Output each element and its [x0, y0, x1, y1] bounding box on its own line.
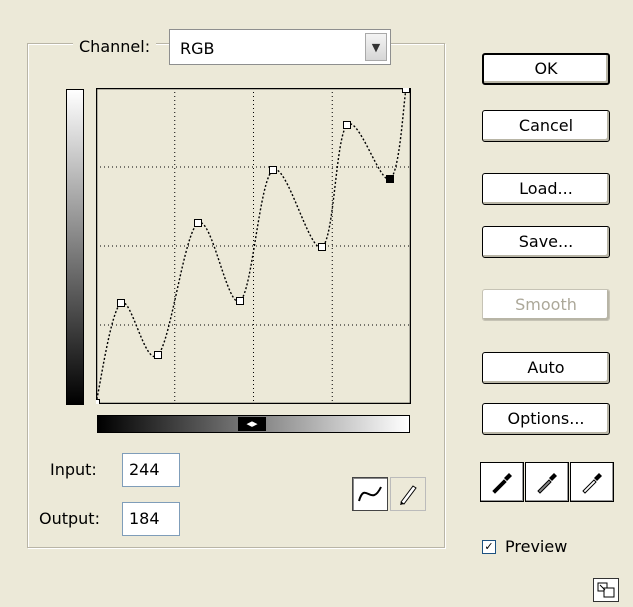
- input-gradient-bar[interactable]: ◂▸: [97, 415, 410, 433]
- ok-button[interactable]: OK: [482, 53, 610, 85]
- preview-label[interactable]: Preview: [505, 539, 567, 555]
- output-gradient-bar: [66, 89, 84, 405]
- input-label: Input:: [50, 460, 97, 479]
- curve-point[interactable]: [194, 219, 202, 227]
- selected-curve-point[interactable]: [386, 175, 394, 183]
- chevron-down-icon[interactable]: ▼: [365, 33, 387, 61]
- gray-point-eyedropper-button[interactable]: [525, 462, 569, 502]
- black-point-eyedropper-button[interactable]: [480, 462, 524, 502]
- channel-select-value: RGB: [180, 39, 215, 58]
- gradient-toggle-arrows-icon[interactable]: ◂▸: [238, 417, 266, 431]
- smooth-button[interactable]: Smooth: [482, 289, 610, 321]
- curve-point[interactable]: [154, 351, 162, 359]
- pencil-tool-button[interactable]: [390, 477, 426, 511]
- channel-label: Channel:: [73, 39, 157, 55]
- checkmark-icon: ✓: [484, 540, 494, 553]
- curve-point[interactable]: [96, 399, 100, 405]
- cancel-button[interactable]: Cancel: [482, 110, 610, 142]
- expand-view-button[interactable]: [593, 578, 619, 602]
- save-button[interactable]: Save...: [482, 226, 610, 258]
- curve-point[interactable]: [117, 299, 125, 307]
- black-eyedropper-icon: [492, 473, 512, 494]
- load-button[interactable]: Load...: [482, 173, 610, 205]
- options-button[interactable]: Options...: [482, 403, 610, 435]
- gray-eyedropper-icon: [537, 473, 557, 494]
- curve-tool-button[interactable]: [352, 477, 388, 511]
- curve-point[interactable]: [269, 166, 277, 174]
- curves-graph[interactable]: [96, 88, 411, 404]
- curve-point[interactable]: [236, 297, 244, 305]
- eyedropper-group: [480, 462, 614, 502]
- output-field[interactable]: 184: [122, 502, 180, 536]
- pencil-icon: [400, 485, 417, 505]
- curve-point[interactable]: [402, 88, 410, 93]
- preview-checkbox[interactable]: ✓: [482, 540, 496, 554]
- input-field[interactable]: 244: [122, 453, 180, 487]
- curve-point[interactable]: [343, 121, 351, 129]
- output-label: Output:: [39, 509, 100, 528]
- expand-icon: [597, 582, 615, 598]
- auto-button[interactable]: Auto: [482, 352, 610, 384]
- curve-point[interactable]: [318, 243, 326, 251]
- white-point-eyedropper-button[interactable]: [570, 462, 614, 502]
- channel-select[interactable]: RGB ▼: [169, 29, 391, 65]
- white-eyedropper-icon: [582, 473, 602, 494]
- curve-icon: [358, 486, 382, 502]
